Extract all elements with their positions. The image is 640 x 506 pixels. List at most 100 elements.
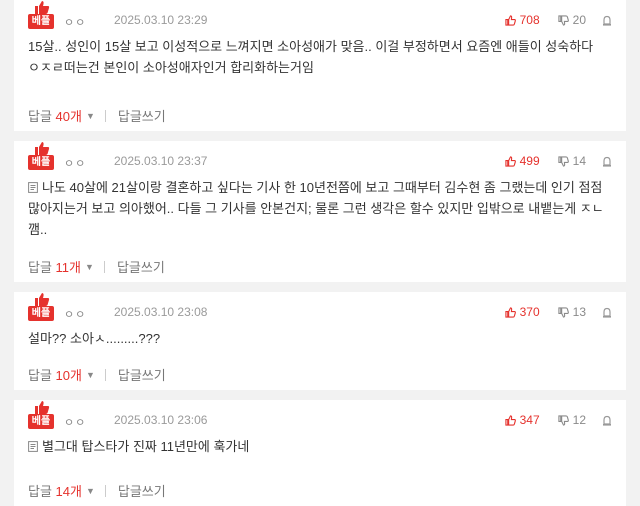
reply-toggle[interactable]: 답글 10개 ▼ bbox=[28, 365, 105, 384]
upvote-count: 499 bbox=[519, 154, 540, 168]
reply-count: 14개 bbox=[55, 484, 82, 499]
upvote-button[interactable]: 708 bbox=[504, 13, 540, 27]
caret-down-icon: ▼ bbox=[85, 369, 95, 380]
downvote-button[interactable]: 13 bbox=[558, 305, 586, 319]
vote-area: 370 13 bbox=[504, 304, 612, 320]
comment-text: 설마?? 소아ㅅ.........??? bbox=[28, 328, 612, 349]
author-nickname[interactable]: ㅇㅇ bbox=[64, 14, 86, 30]
comment-list: 베플 ㅇㅇ 2025.03.10 23:29 708 20 15살.. 성인이 … bbox=[0, 0, 640, 506]
reply-label: 답글 bbox=[28, 260, 52, 275]
write-reply-button[interactable]: 답글쓰기 bbox=[118, 106, 166, 125]
comment-meta: 베플 ㅇㅇ 2025.03.10 23:29 708 20 bbox=[28, 0, 612, 36]
author-nickname[interactable]: ㅇㅇ bbox=[64, 414, 86, 430]
thumbs-down-icon bbox=[558, 414, 569, 426]
best-badge: 베플 bbox=[28, 141, 56, 171]
comment-date: 2025.03.10 23:08 bbox=[114, 305, 208, 319]
downvote-button[interactable]: 12 bbox=[558, 413, 586, 427]
comment-item: 베플 ㅇㅇ 2025.03.10 23:08 370 13 설마?? 소아ㅅ..… bbox=[14, 292, 626, 390]
comment-item: 베플 ㅇㅇ 2025.03.10 23:06 347 12 별그대 탑스타가 진… bbox=[14, 400, 626, 506]
comment-actions: 답글 10개 ▼ 답글쓰기 bbox=[28, 365, 166, 384]
thumbs-up-icon bbox=[504, 155, 516, 167]
comment-text: 나도 40살에 21살이랑 결혼하고 싶다는 기사 한 10년전쯤에 보고 그때… bbox=[28, 177, 612, 240]
best-badge-label: 베플 bbox=[28, 306, 54, 321]
best-badge-label: 베플 bbox=[28, 14, 54, 29]
reply-toggle[interactable]: 답글 11개 ▼ bbox=[28, 257, 104, 276]
comment-meta: 베플 ㅇㅇ 2025.03.10 23:06 347 12 bbox=[28, 400, 612, 436]
downvote-count: 12 bbox=[572, 413, 586, 427]
reply-toggle[interactable]: 답글 14개 ▼ bbox=[28, 481, 105, 500]
reply-label: 답글 bbox=[28, 109, 52, 124]
reply-count: 11개 bbox=[55, 260, 82, 275]
comment-body: 나도 40살에 21살이랑 결혼하고 싶다는 기사 한 10년전쯤에 보고 그때… bbox=[28, 180, 604, 237]
report-button[interactable] bbox=[602, 307, 612, 318]
comment-date: 2025.03.10 23:29 bbox=[114, 13, 208, 27]
thumbs-down-icon bbox=[558, 155, 569, 167]
best-badge-label: 베플 bbox=[28, 155, 54, 170]
comment-actions: 답글 11개 ▼ 답글쓰기 bbox=[28, 257, 165, 276]
comment-body: 별그대 탑스타가 진짜 11년만에 훅가네 bbox=[42, 439, 250, 454]
vote-area: 708 20 bbox=[504, 12, 612, 28]
thumbs-up-icon bbox=[35, 1, 50, 14]
report-button[interactable] bbox=[602, 15, 612, 26]
comment-actions: 답글 40개 ▼ 답글쓰기 bbox=[28, 106, 166, 125]
siren-icon bbox=[603, 307, 611, 318]
best-badge: 베플 bbox=[28, 0, 56, 30]
comment-meta: 베플 ㅇㅇ 2025.03.10 23:37 499 14 bbox=[28, 141, 612, 177]
author-nickname[interactable]: ㅇㅇ bbox=[64, 155, 86, 171]
downvote-count: 14 bbox=[572, 154, 586, 168]
comment-meta: 베플 ㅇㅇ 2025.03.10 23:08 370 13 bbox=[28, 292, 612, 328]
reply-count: 40개 bbox=[55, 109, 82, 124]
reply-label: 답글 bbox=[28, 368, 52, 383]
comment-body: 15살.. 성인이 15살 보고 이성적으로 느껴지면 소아성애가 맞음.. 이… bbox=[28, 39, 594, 75]
caret-down-icon: ▼ bbox=[85, 110, 95, 121]
siren-icon bbox=[603, 156, 611, 167]
comment-item: 베플 ㅇㅇ 2025.03.10 23:37 499 14 나도 40살에 21… bbox=[14, 141, 626, 282]
thumbs-up-icon bbox=[35, 293, 50, 306]
downvote-button[interactable]: 20 bbox=[558, 13, 586, 27]
upvote-count: 347 bbox=[519, 413, 540, 427]
document-icon bbox=[28, 182, 38, 193]
write-reply-button[interactable]: 답글쓰기 bbox=[118, 481, 166, 500]
upvote-count: 708 bbox=[519, 13, 540, 27]
write-reply-button[interactable]: 답글쓰기 bbox=[118, 365, 166, 384]
thumbs-down-icon bbox=[558, 306, 569, 318]
comment-text: 별그대 탑스타가 진짜 11년만에 훅가네 bbox=[28, 436, 612, 457]
reply-label: 답글 bbox=[28, 484, 52, 499]
thumbs-up-icon bbox=[504, 14, 516, 26]
vote-area: 499 14 bbox=[504, 153, 612, 169]
report-button[interactable] bbox=[602, 156, 612, 167]
downvote-count: 20 bbox=[572, 13, 586, 27]
downvote-count: 13 bbox=[572, 305, 586, 319]
best-badge-label: 베플 bbox=[28, 414, 54, 429]
comment-body: 설마?? 소아ㅅ.........??? bbox=[28, 331, 161, 346]
upvote-button[interactable]: 347 bbox=[504, 413, 540, 427]
reply-count: 10개 bbox=[55, 368, 82, 383]
thumbs-up-icon bbox=[35, 401, 50, 414]
divider bbox=[103, 260, 105, 273]
divider bbox=[104, 484, 106, 497]
thumbs-down-icon bbox=[558, 14, 569, 26]
siren-icon bbox=[603, 15, 611, 26]
thumbs-up-icon bbox=[504, 414, 516, 426]
write-reply-button[interactable]: 답글쓰기 bbox=[117, 257, 165, 276]
siren-icon bbox=[603, 415, 611, 426]
divider bbox=[104, 109, 106, 122]
best-badge: 베플 bbox=[28, 400, 56, 430]
upvote-button[interactable]: 370 bbox=[504, 305, 540, 319]
comment-item: 베플 ㅇㅇ 2025.03.10 23:29 708 20 15살.. 성인이 … bbox=[14, 0, 626, 131]
upvote-button[interactable]: 499 bbox=[504, 154, 540, 168]
reply-toggle[interactable]: 답글 40개 ▼ bbox=[28, 106, 105, 125]
upvote-count: 370 bbox=[519, 305, 540, 319]
document-icon bbox=[28, 441, 38, 452]
report-button[interactable] bbox=[602, 415, 612, 426]
caret-down-icon: ▼ bbox=[85, 261, 94, 272]
thumbs-up-icon bbox=[504, 306, 516, 318]
comment-date: 2025.03.10 23:06 bbox=[114, 413, 208, 427]
caret-down-icon: ▼ bbox=[85, 485, 95, 496]
comment-actions: 답글 14개 ▼ 답글쓰기 bbox=[28, 481, 166, 500]
thumbs-up-icon bbox=[35, 142, 50, 155]
divider bbox=[104, 368, 106, 381]
comment-text: 15살.. 성인이 15살 보고 이성적으로 느껴지면 소아성애가 맞음.. 이… bbox=[28, 36, 612, 78]
downvote-button[interactable]: 14 bbox=[558, 154, 586, 168]
author-nickname[interactable]: ㅇㅇ bbox=[64, 306, 86, 322]
